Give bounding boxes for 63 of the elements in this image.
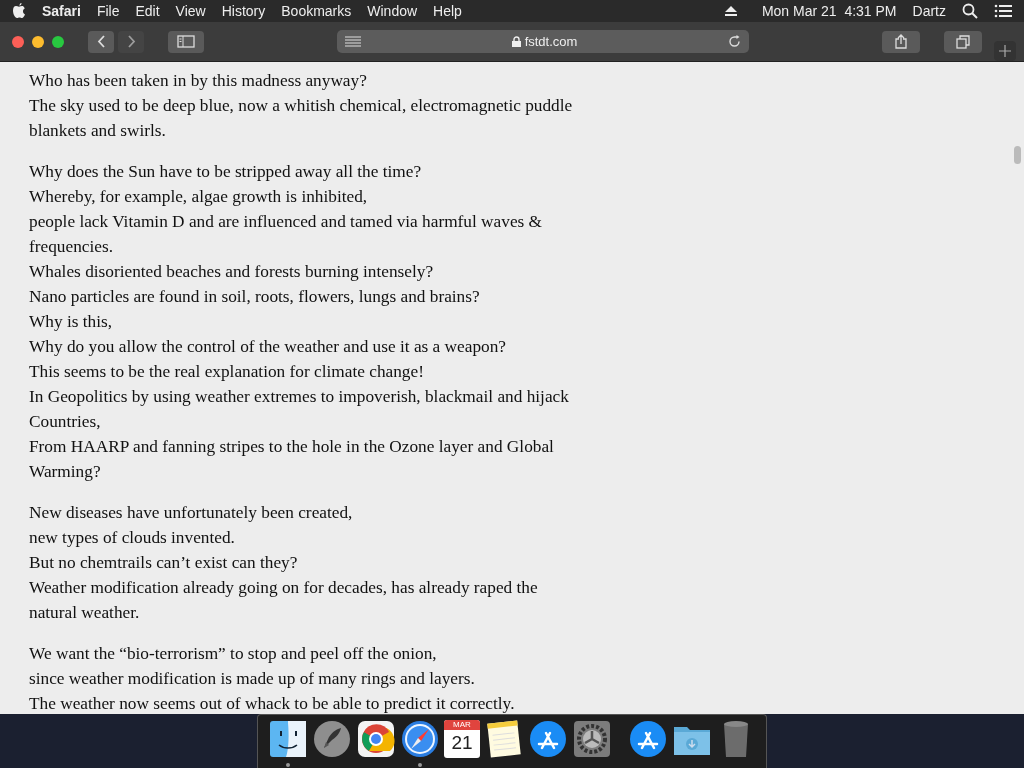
share-button[interactable]: [882, 30, 920, 53]
text-line: Why do you allow the control of the weather and use it as a weapon?: [29, 336, 507, 358]
text-line: Nano particles are found in soil, roots, flowers, lungs and brains?: [29, 286, 481, 308]
text-line: But no chemtrails can’t exist can they?: [29, 552, 299, 574]
text-line: In Geopolitics by using weather extremes to impoverish, blackmail and hijack Countries,: [29, 386, 570, 433]
notes-icon[interactable]: [484, 719, 524, 759]
month-label: MAR: [444, 720, 480, 730]
gear-icon[interactable]: [572, 719, 612, 759]
eject-icon[interactable]: [723, 5, 738, 17]
text-line: We want the “bio-terrorism” to stop and peel off the onion,: [29, 643, 438, 665]
menu-item[interactable]: Help: [433, 0, 462, 22]
clock[interactable]: Mon Mar 21 4:31 PM: [761, 0, 897, 22]
apple-icon[interactable]: [12, 3, 26, 19]
reader-icon[interactable]: [345, 36, 361, 47]
calendar-icon[interactable]: MAR 21: [444, 720, 480, 758]
menu-item[interactable]: Edit: [135, 0, 160, 22]
plus-icon: [999, 45, 1011, 57]
text-line: The weather now seems out of whack to be able to predict it correctly.: [29, 693, 516, 715]
app-icon[interactable]: [628, 719, 668, 759]
address-field[interactable]: fstdt.com: [337, 30, 749, 53]
text-line: people lack Vitamin D and are influenced and tamed via harmful waves & frequencies.: [29, 211, 544, 258]
text-line: From HAARP and fanning stripes to the hole in the Ozone layer and Global Warming?: [29, 436, 555, 483]
day-label: 21: [451, 731, 473, 755]
running-indicator: [286, 763, 290, 767]
menu-item[interactable]: File: [96, 0, 120, 22]
tabs-button[interactable]: [944, 30, 982, 53]
new-tab-button[interactable]: [994, 41, 1016, 61]
menu-item[interactable]: History: [221, 0, 266, 22]
app-icon[interactable]: [528, 719, 568, 759]
address-text: fstdt.com: [524, 32, 578, 51]
sidebar-button[interactable]: [168, 30, 204, 53]
menu-item[interactable]: View: [175, 0, 206, 22]
text-line: new types of clouds invented.: [29, 527, 236, 549]
text-line: Weather modification already going on for decades, has already raped the natural weather.: [29, 577, 539, 624]
app-menu[interactable]: Safari: [42, 0, 81, 22]
menu-item[interactable]: Bookmarks: [281, 0, 352, 22]
back-button[interactable]: [88, 30, 114, 53]
running-indicator: [418, 763, 422, 767]
text-line: This seems to be the real explanation for climate change!: [29, 361, 425, 383]
search-icon[interactable]: [962, 3, 978, 19]
scrollbar-thumb[interactable]: [1014, 146, 1021, 164]
reload-icon[interactable]: [728, 35, 741, 48]
finder-icon[interactable]: [268, 719, 308, 759]
user-menu[interactable]: Dartz: [912, 0, 946, 22]
text-line: Why does the Sun have to be stripped away all the time?: [29, 161, 423, 183]
text-line: Whereby, for example, algae growth is inhibited,: [29, 186, 369, 208]
text-line: The sky used to be deep blue, now a whitish chemical, electromagnetic puddle blankets and swirls.: [29, 95, 574, 142]
share-icon: [895, 34, 907, 49]
compass-icon[interactable]: [400, 719, 440, 759]
list-icon[interactable]: [994, 4, 1012, 18]
minimize-button[interactable]: [32, 35, 44, 48]
lock-icon: [511, 36, 521, 47]
close-button[interactable]: [12, 35, 24, 48]
browser-icon[interactable]: [356, 719, 396, 759]
tabs-icon: [956, 34, 970, 49]
zoom-button[interactable]: [52, 35, 64, 48]
text-line: New diseases have unfortunately been created,: [29, 502, 354, 524]
menu-item[interactable]: Window: [367, 0, 418, 22]
text-line: Whales disoriented beaches and forests burning intensely?: [29, 261, 435, 283]
text-line: since weather modification is made up of many rings and layers.: [29, 668, 476, 690]
sidebar-icon: [177, 35, 195, 48]
text-line: Who has been taken in by this madness anyway?: [29, 70, 368, 92]
text-line: Why is this,: [29, 311, 114, 333]
